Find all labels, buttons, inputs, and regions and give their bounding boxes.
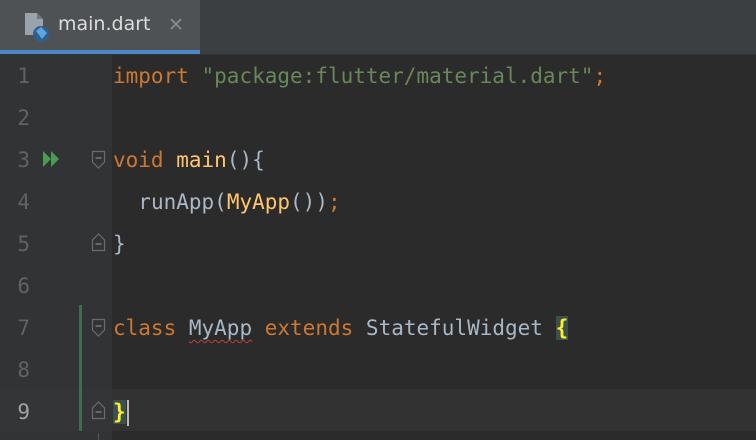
punctuation-token: } — [113, 232, 126, 256]
text-caret — [126, 400, 129, 426]
dart-file-icon — [25, 13, 49, 42]
fold-end-icon[interactable] — [91, 400, 106, 420]
code-line-2[interactable] — [113, 97, 753, 139]
keyword-token: void — [113, 148, 164, 172]
code-line-3[interactable]: void main(){ — [113, 139, 753, 181]
code-lines[interactable]: import "package:flutter/material.dart"; … — [113, 55, 753, 433]
fold-collapse-icon[interactable] — [91, 318, 106, 338]
semicolon-token: ; — [593, 64, 607, 88]
punctuation-token: () — [290, 190, 316, 214]
code-line-4[interactable]: runApp(MyApp()); — [113, 181, 753, 223]
code-line-6[interactable] — [113, 265, 753, 307]
matched-brace-close: } — [113, 400, 126, 424]
line-number-current: 9 — [17, 400, 30, 424]
class-name-token: MyApp — [188, 316, 253, 340]
code-line-9[interactable]: } — [113, 391, 753, 433]
string-token: "package:flutter/material.dart" — [201, 64, 594, 88]
code-line-8[interactable] — [113, 349, 753, 391]
class-reference-token: MyApp — [226, 190, 291, 214]
fold-end-icon[interactable] — [91, 232, 106, 252]
line-number: 7 — [17, 316, 30, 340]
fold-collapse-icon[interactable] — [91, 150, 106, 170]
vcs-change-marker[interactable] — [79, 305, 82, 431]
punctuation-token: ( — [214, 190, 227, 214]
code-line-1[interactable]: import "package:flutter/material.dart"; — [113, 55, 753, 97]
function-name-token: main — [176, 148, 227, 172]
function-call-token: runApp — [138, 190, 215, 214]
tab-main-dart[interactable]: main.dart ✕ — [0, 0, 200, 54]
line-number: 2 — [17, 106, 30, 130]
line-number: 1 — [17, 64, 30, 88]
fold-guide-line — [98, 433, 99, 440]
code-line-7[interactable]: class MyApp extends StatefulWidget { — [113, 307, 753, 349]
line-number: 4 — [17, 190, 30, 214]
line-number: 5 — [17, 232, 30, 256]
code-editor[interactable]: 1 2 3 4 5 6 7 8 9 import "package:flutte… — [0, 55, 756, 440]
punctuation-token: (){ — [226, 148, 265, 172]
matched-brace-open: { — [555, 316, 569, 340]
code-line-5[interactable]: } — [113, 223, 753, 265]
run-icon[interactable] — [41, 149, 65, 169]
keyword-token: class — [113, 316, 177, 340]
tab-label: main.dart — [58, 13, 151, 35]
keyword-token: import — [113, 64, 189, 88]
punctuation-token: ) — [315, 190, 328, 214]
editor-tab-bar: main.dart ✕ — [0, 0, 756, 55]
line-number: 3 — [17, 148, 30, 172]
keyword-token: extends — [264, 316, 354, 340]
line-number: 6 — [17, 274, 30, 298]
active-tab-indicator — [0, 50, 200, 54]
line-numbers: 1 2 3 4 5 6 7 8 9 — [0, 55, 40, 433]
line-number: 8 — [17, 358, 30, 382]
semicolon-token: ; — [327, 190, 341, 214]
superclass-token: StatefulWidget — [365, 316, 543, 340]
close-icon[interactable]: ✕ — [165, 13, 187, 37]
